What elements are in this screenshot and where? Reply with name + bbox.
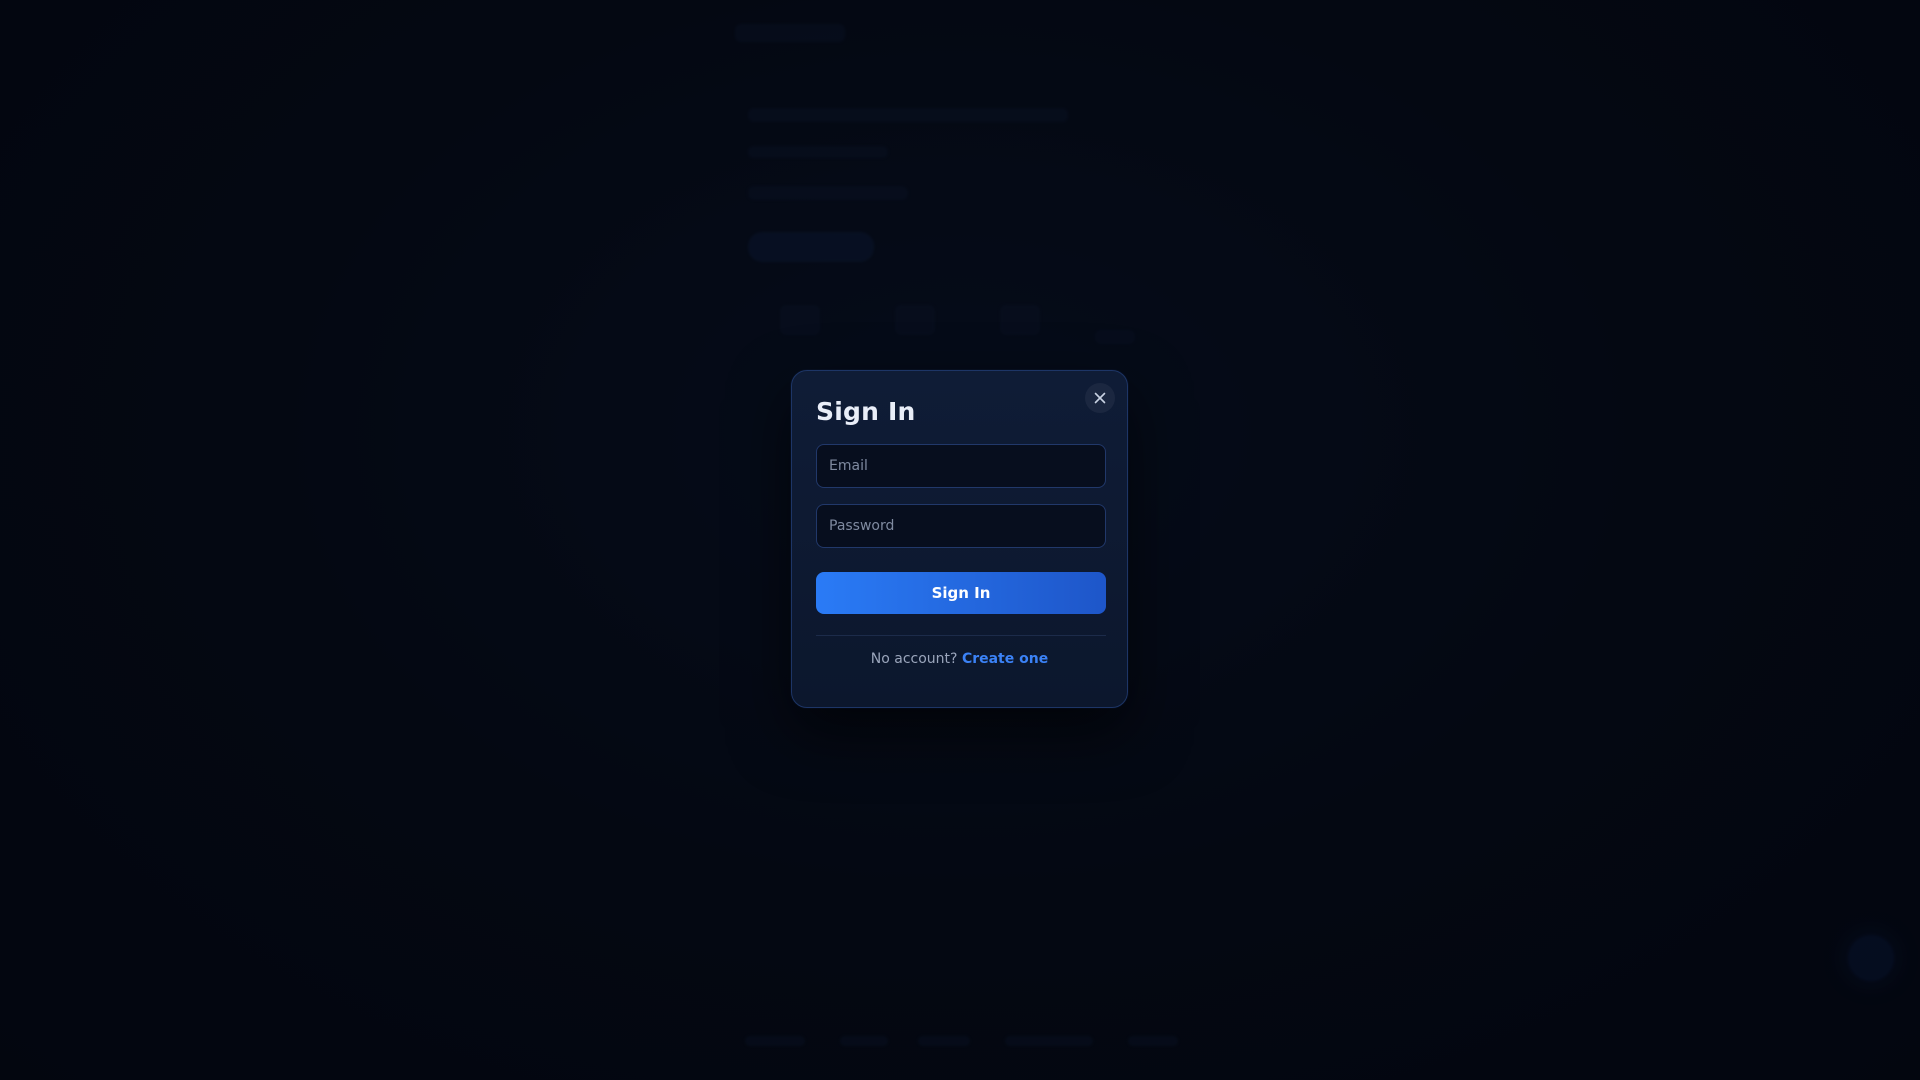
sign-in-modal: Sign In Sign In No account? Create one: [791, 370, 1128, 708]
no-account-text: No account?: [870, 651, 962, 667]
email-field[interactable]: [816, 444, 1106, 488]
create-account-link[interactable]: Create one: [962, 651, 1048, 667]
password-field[interactable]: [816, 504, 1106, 548]
close-button[interactable]: [1085, 383, 1115, 413]
close-icon: [1094, 392, 1106, 404]
screen: Sign In Sign In No account? Create one: [0, 0, 1920, 1080]
divider: [816, 635, 1106, 636]
signup-prompt: No account? Create one: [792, 651, 1127, 667]
sign-in-button[interactable]: Sign In: [816, 572, 1106, 614]
modal-title: Sign In: [816, 397, 916, 426]
